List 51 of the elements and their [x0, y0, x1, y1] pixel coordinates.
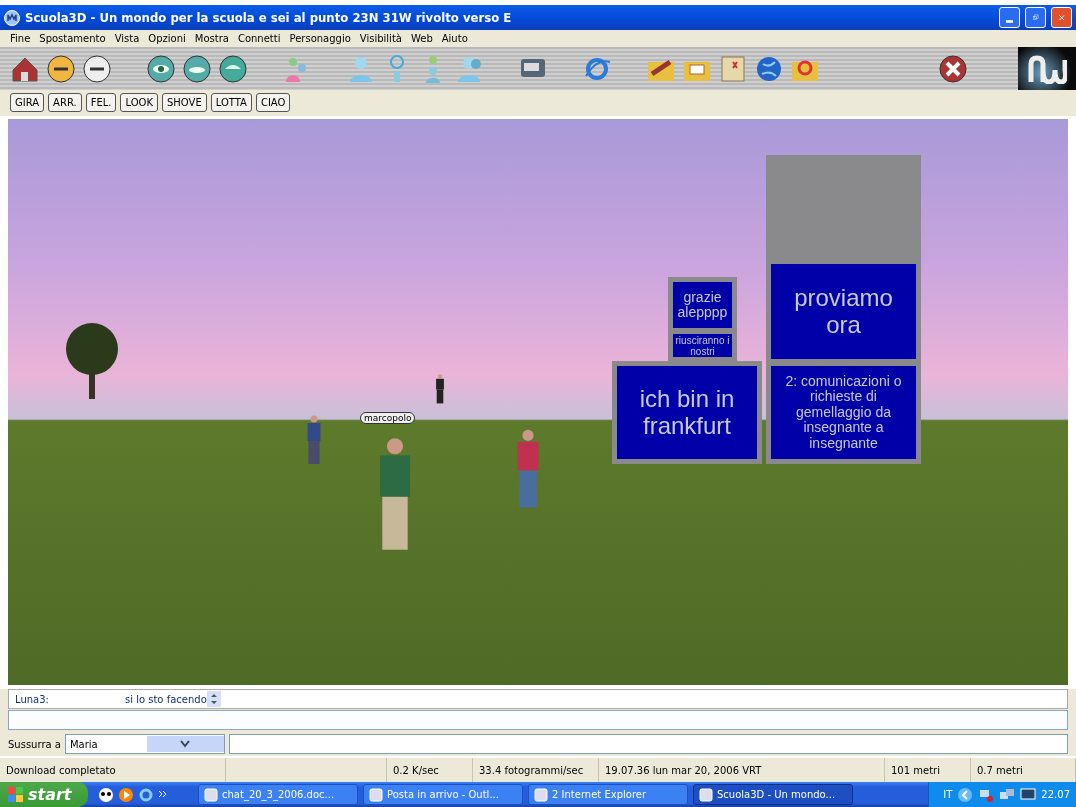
menu-item[interactable]: Aiuto: [441, 33, 468, 44]
menu-item[interactable]: Spostamento: [39, 33, 106, 44]
whisper-input-field[interactable]: [228, 734, 1068, 754]
menu-item[interactable]: Web: [410, 33, 433, 44]
minimize-icon: [1006, 20, 1013, 23]
menu-item[interactable]: Visibilità: [359, 33, 402, 44]
logo-icon: [1027, 53, 1067, 84]
gesture-button[interactable]: FEL.: [85, 93, 117, 112]
eye-icon[interactable]: [146, 53, 176, 84]
gesture-button[interactable]: GIRA: [10, 93, 45, 112]
taskbar-button[interactable]: Scuola3D - Un mondo...: [693, 784, 853, 805]
gesture-button[interactable]: CIAO: [255, 93, 291, 112]
windows-logo-icon: [8, 786, 24, 803]
monitor-icon[interactable]: [1020, 786, 1037, 803]
map-icon[interactable]: [718, 53, 748, 84]
window-title: Scuola3D - Un mondo per la scuola e sei al punto 23N 31W rivolto verso E: [25, 10, 513, 25]
restore-button[interactable]: [1025, 7, 1046, 28]
close-icon[interactable]: [938, 53, 968, 84]
gesture-button[interactable]: LOTTA: [210, 93, 252, 112]
menu-item[interactable]: Opzioni: [148, 33, 186, 44]
media-player-icon[interactable]: [118, 786, 134, 803]
avatar-figure: [434, 374, 446, 404]
taskbar-button[interactable]: chat_20_3_2006.doc...: [198, 784, 358, 805]
whisper-label: Sussurra a: [8, 738, 61, 750]
language-indicator[interactable]: IT: [943, 789, 953, 800]
menu-item[interactable]: Vista: [114, 33, 140, 44]
panda-icon[interactable]: [98, 786, 114, 803]
eye-icon[interactable]: [182, 53, 212, 84]
avatar-name-tag: marcopolo: [360, 412, 416, 424]
menu-item[interactable]: Mostra: [194, 33, 229, 44]
minimize-button[interactable]: [999, 7, 1020, 28]
gesture-button[interactable]: LOOK: [120, 93, 158, 112]
chat-message: si lo sto facendo: [125, 693, 207, 705]
menu-item[interactable]: Fine: [10, 33, 31, 44]
chevron-down-icon: [180, 740, 191, 748]
taskbar-button[interactable]: Posta in arrivo - Outl...: [363, 784, 523, 805]
chat-input-field[interactable]: [8, 710, 1068, 730]
sign-board: ich bin in frankfurt: [612, 361, 762, 464]
recipient-dropdown[interactable]: Maria: [64, 734, 225, 754]
menu-item[interactable]: Connetti: [237, 33, 281, 44]
gesture-button[interactable]: SHOVE: [162, 93, 207, 112]
recipient-value: Maria: [69, 738, 99, 750]
chat-sender: Luna3:: [14, 693, 50, 705]
sign-board: 2: comunicazioni o richieste di gemellaggio da insegnante a insegnante: [766, 361, 921, 464]
menu-item[interactable]: Personaggio: [289, 33, 351, 44]
close-button[interactable]: [1051, 7, 1072, 28]
taskbar-button[interactable]: 2 Internet Explorer: [528, 784, 688, 805]
scroll-arrows-icon: [206, 691, 221, 707]
gesture-button[interactable]: ARR.: [48, 93, 82, 112]
eye-icon[interactable]: [218, 53, 248, 84]
clock: 22.07: [1041, 789, 1070, 800]
